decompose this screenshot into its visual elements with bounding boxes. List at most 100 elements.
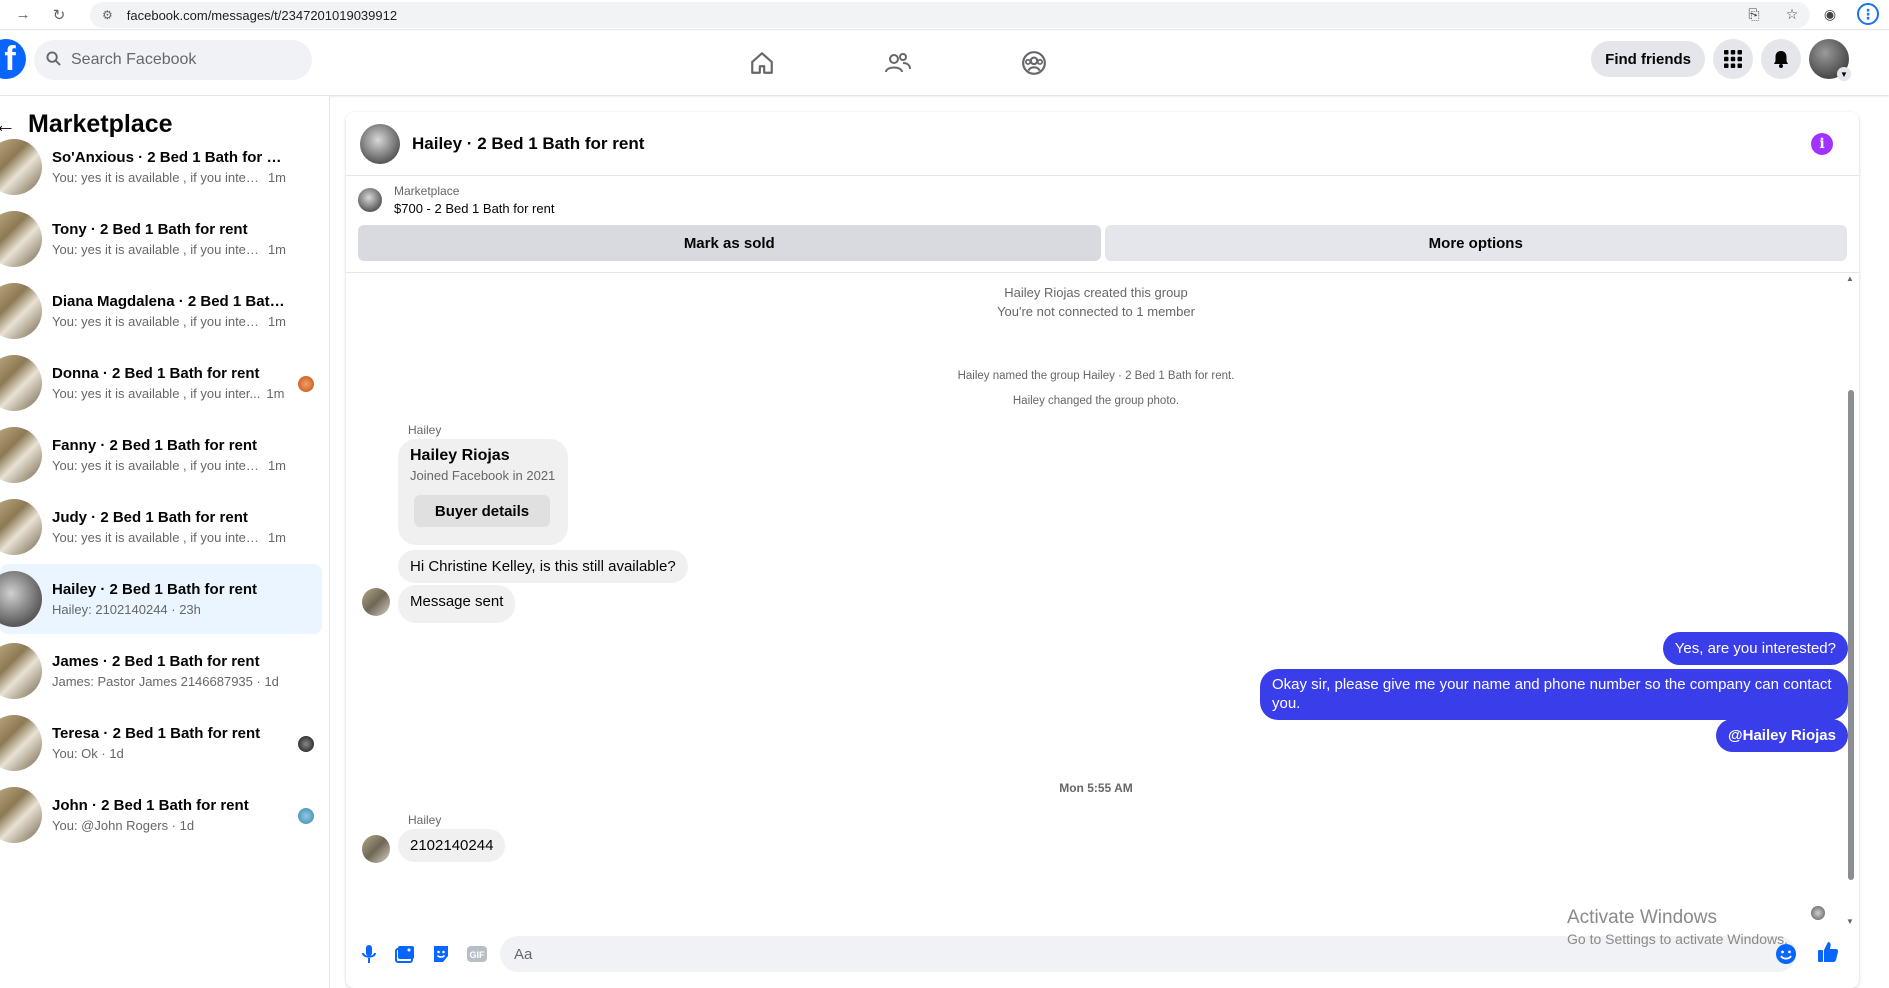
reload-icon[interactable]: ↻ (46, 2, 72, 28)
listing-source: Marketplace (394, 184, 460, 198)
system-message: You're not connected to 1 member (997, 304, 1195, 319)
listing-summary[interactable]: Marketplace $700 - 2 Bed 1 Bath for rent (358, 184, 554, 216)
message-scrollbar[interactable]: ▲ ▼ (1845, 274, 1857, 926)
listing-thumbnail (0, 715, 42, 771)
system-message: Hailey named the group Hailey · 2 Bed 1 … (957, 370, 1235, 382)
chat-panel: Hailey · 2 Bed 1 Bath for rent i Marketp… (346, 112, 1859, 988)
conversation-name: Fanny · 2 Bed 1 Bath for rent (52, 437, 258, 454)
buyer-name: Hailey Riojas (410, 447, 510, 464)
conversation-item[interactable]: James · 2 Bed 1 Bath for rent James: Pas… (0, 636, 322, 706)
conversation-sidebar: ← Marketplace So'Anxious · 2 Bed 1 Bath … (0, 96, 330, 988)
sticker-icon[interactable] (428, 941, 454, 967)
listing-price-title: $700 - 2 Bed 1 Bath for rent (394, 201, 555, 216)
conversation-item[interactable]: So'Anxious · 2 Bed 1 Bath for rent You: … (0, 132, 322, 202)
site-settings-icon[interactable]: ⚙ (102, 8, 113, 22)
address-bar[interactable]: ⚙ facebook.com/messages/t/23472010190399… (90, 2, 1810, 28)
conversation-time: 1m (267, 530, 286, 545)
conversation-name: Judy · 2 Bed 1 Bath for rent (52, 509, 248, 526)
conversation-name: Tony · 2 Bed 1 Bath for rent (52, 221, 248, 238)
listing-thumbnail (0, 499, 42, 555)
listing-thumbnail (0, 283, 42, 339)
conversation-name: James · 2 Bed 1 Bath for rent (52, 653, 260, 670)
conversation-name: John · 2 Bed 1 Bath for rent (52, 797, 249, 814)
photo-attach-icon[interactable] (392, 941, 418, 967)
chat-header: Hailey · 2 Bed 1 Bath for rent i (346, 112, 1859, 176)
conversation-preview: You: yes it is available , if you intere… (52, 242, 262, 257)
outgoing-message: Yes, are you interested? (1662, 632, 1848, 665)
conversation-preview: James: Pastor James 2146687935 · 1d (52, 674, 279, 689)
incoming-message: Hi Christine Kelley, is this still avail… (398, 550, 688, 583)
scroll-up-icon[interactable]: ▲ (1846, 274, 1854, 283)
search-placeholder: Search Facebook (71, 51, 197, 68)
outgoing-message: Okay sir, please give me your name and p… (1260, 669, 1848, 720)
account-avatar[interactable]: ▼ (1809, 39, 1851, 81)
listing-thumbnail (0, 427, 42, 483)
info-icon[interactable]: i (1811, 133, 1833, 155)
scrollbar-thumb[interactable] (1848, 390, 1854, 880)
chevron-down-icon: ▼ (1837, 67, 1851, 81)
conversation-preview: You: yes it is available , if you intere… (52, 170, 262, 185)
message-list[interactable]: Hailey Riojas created this group You're … (346, 273, 1848, 925)
listing-thumbnail (0, 211, 42, 267)
mark-as-sold-button[interactable]: Mark as sold (358, 225, 1101, 261)
install-app-icon[interactable]: ⎘ (1743, 3, 1765, 25)
profile-icon[interactable]: ◉ (1819, 3, 1841, 25)
home-icon[interactable] (740, 41, 784, 85)
search-icon (46, 50, 61, 70)
forward-icon[interactable]: → (10, 2, 36, 28)
facebook-logo-icon[interactable]: f (0, 39, 26, 79)
conversation-item[interactable]: Diana Magdalena · 2 Bed 1 Bath fo... You… (0, 276, 322, 346)
conversation-preview: You: Ok · 1d (52, 746, 124, 761)
incoming-message: Message sent (398, 585, 516, 623)
browser-toolbar: → ↻ ⚙ facebook.com/messages/t/2347201019… (0, 0, 1889, 30)
seen-avatar (298, 376, 314, 392)
menu-grid-icon[interactable] (1713, 39, 1753, 79)
svg-text:GIF: GIF (470, 950, 486, 960)
conversation-item[interactable]: John · 2 Bed 1 Bath for rent You: @John … (0, 780, 322, 850)
thumbs-up-icon[interactable] (1816, 940, 1842, 966)
listing-thumbnail (0, 139, 42, 195)
search-input[interactable]: Search Facebook (34, 40, 312, 80)
chat-avatar[interactable] (360, 123, 400, 164)
system-message: Hailey changed the group photo. (1012, 395, 1180, 407)
read-receipt-avatar (1811, 906, 1825, 920)
bookmark-star-icon[interactable]: ☆ (1781, 3, 1803, 25)
seen-avatar (298, 808, 314, 824)
watermark-line2: Go to Settings to activate Windows. (1567, 931, 1788, 947)
conversation-name: Donna · 2 Bed 1 Bath for rent (52, 365, 260, 382)
conversation-time: 1m (267, 314, 286, 329)
conversation-item[interactable]: Judy · 2 Bed 1 Bath for rent You: yes it… (0, 492, 322, 562)
conversation-time: 1m (267, 458, 286, 473)
sender-name: Hailey (408, 813, 442, 827)
conversation-preview: You: yes it is available , if you intere… (52, 530, 262, 545)
conversation-preview: You: @John Rogers · 1d (52, 818, 195, 833)
groups-icon[interactable] (1012, 41, 1056, 85)
conversation-name: Teresa · 2 Bed 1 Bath for rent (52, 725, 261, 742)
conversation-preview: You: yes it is available , if you intere… (52, 314, 262, 329)
system-message: Hailey Riojas created this group (1004, 285, 1188, 300)
scroll-down-icon[interactable]: ▼ (1846, 917, 1854, 926)
conversation-name: Diana Magdalena · 2 Bed 1 Bath fo... (52, 293, 286, 310)
listing-thumbnail (0, 787, 42, 843)
sender-name: Hailey (408, 423, 442, 437)
sender-avatar (362, 835, 390, 863)
more-options-button[interactable]: More options (1104, 225, 1847, 261)
url-text: facebook.com/messages/t/2347201019039912 (126, 7, 398, 23)
friends-icon[interactable] (876, 41, 920, 85)
buyer-details-button[interactable]: Buyer details (414, 495, 550, 527)
notifications-bell-icon[interactable] (1761, 39, 1801, 79)
find-friends-button[interactable]: Find friends (1591, 41, 1705, 77)
chat-title[interactable]: Hailey · 2 Bed 1 Bath for rent (412, 134, 644, 154)
message-input-placeholder: Aa (514, 945, 533, 963)
microphone-icon[interactable] (356, 941, 382, 967)
gif-icon[interactable]: GIF (464, 941, 490, 967)
browser-menu-icon[interactable]: ⋮ (1857, 3, 1879, 25)
conversation-item[interactable]: Tony · 2 Bed 1 Bath for rent You: yes it… (0, 204, 322, 274)
conversation-item[interactable]: Donna · 2 Bed 1 Bath for rent You: yes i… (0, 348, 322, 418)
conversation-item[interactable]: Teresa · 2 Bed 1 Bath for rent You: Ok ·… (0, 708, 322, 778)
conversation-name: Hailey · 2 Bed 1 Bath for rent (52, 581, 258, 598)
conversation-item[interactable]: Fanny · 2 Bed 1 Bath for rent You: yes i… (0, 420, 322, 490)
listing-thumbnail (0, 643, 42, 699)
conversation-item-active[interactable]: Hailey · 2 Bed 1 Bath for rent Hailey: 2… (0, 564, 322, 634)
conversation-time: 1m (267, 170, 286, 185)
